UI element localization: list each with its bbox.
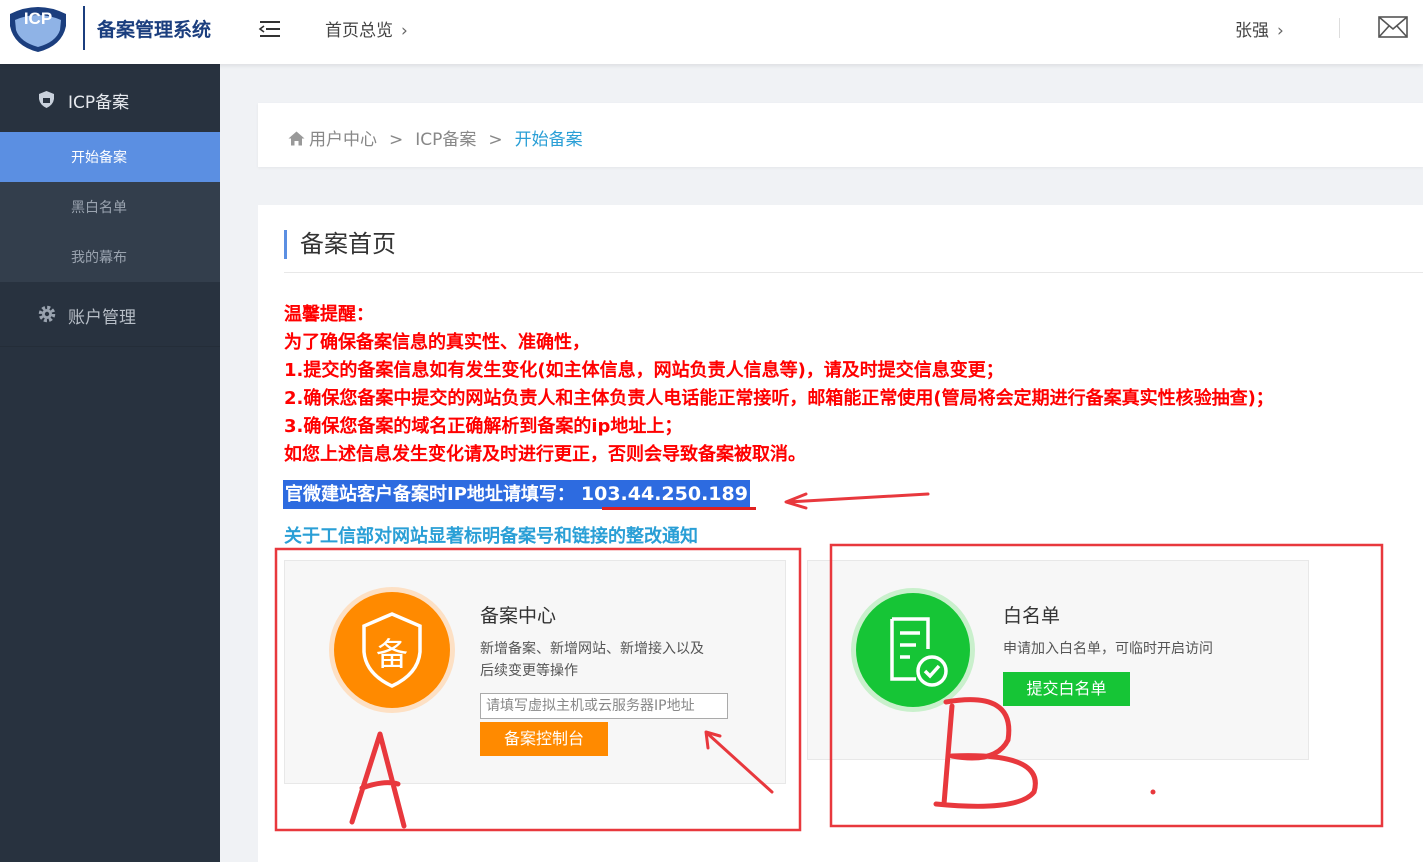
filing-center-card: 备 备案中心 新增备案、新增网站、新增接入以及 后续变更等操作 备案控制台 [284, 560, 786, 784]
icp-shield-logo-icon: ICP [10, 7, 66, 52]
sidebar-group-icp[interactable]: ICP备案 [0, 64, 220, 132]
ip-hint-label: 官微建站客户备案时IP地址请填写： [285, 484, 575, 505]
menu-toggle-icon[interactable] [258, 18, 282, 40]
sidebar-item-label: 我的幕布 [71, 250, 127, 266]
notice-block: 温馨提醒： 为了确保备案信息的真实性、准确性， 1.提交的备案信息如有发生变化(… [284, 301, 1274, 469]
user-menu[interactable]: 张强 › [1235, 16, 1284, 41]
description-line: 新增备案、新增网站、新增接入以及 [480, 641, 704, 657]
header-separator [1339, 18, 1340, 38]
notice-line: 为了确保备案信息的真实性、准确性， [284, 332, 590, 353]
rectification-notice-link[interactable]: 关于工信部对网站显著标明备案号和链接的整改通知 [284, 522, 698, 548]
breadcrumb-current: 开始备案 [514, 130, 583, 150]
whitelist-card: 白名单 申请加入白名单，可临时开启访问 提交白名单 [807, 560, 1309, 760]
sidebar-group-label: ICP备案 [68, 93, 130, 113]
filing-console-button[interactable]: 备案控制台 [480, 722, 608, 756]
title-divider [284, 272, 1423, 273]
notice-line: 2.确保您备案中提交的网站负责人和主体负责人电话能正常接听，邮箱能正常使用(管局… [284, 388, 1274, 409]
home-icon [288, 131, 305, 146]
submit-whitelist-button[interactable]: 提交白名单 [1003, 672, 1130, 706]
nav-overview-link[interactable]: 首页总览 › [325, 16, 408, 41]
ip-address-value: 103.44.250.189 [580, 483, 748, 505]
filing-icon-circle: 备 [334, 592, 450, 708]
breadcrumb-icp-link[interactable]: ICP备案 [415, 130, 476, 150]
filing-shield-icon: 备 [362, 612, 422, 688]
breadcrumb-separator: > [389, 130, 404, 150]
chevron-right-icon: › [401, 21, 408, 41]
logo-divider [83, 6, 85, 50]
nav-overview-label: 首页总览 [325, 21, 393, 41]
sidebar-item-blackwhite-list[interactable]: 黑白名单 [0, 182, 220, 232]
svg-text:ICP: ICP [24, 9, 52, 28]
filing-card-description: 新增备案、新增网站、新增接入以及 后续变更等操作 [480, 638, 704, 682]
whitelist-card-description: 申请加入白名单，可临时开启访问 [1003, 641, 1213, 657]
page-title: 备案首页 [284, 230, 396, 259]
shield-icon [39, 91, 54, 108]
filing-card-title: 备案中心 [480, 605, 557, 627]
notice-line: 1.提交的备案信息如有发生变化(如主体信息，网站负责人信息等)，请及时提交信息变… [284, 360, 1004, 381]
user-name-label: 张强 [1235, 21, 1269, 41]
notice-line: 温馨提醒： [284, 304, 374, 325]
sidebar: ICP备案 开始备案 黑白名单 我的幕布 账户管理 [0, 64, 220, 862]
breadcrumb-panel: 用户中心 > ICP备案 > 开始备案 [258, 103, 1423, 167]
breadcrumb-separator: > [488, 130, 503, 150]
ip-hint: 官微建站客户备案时IP地址请填写： 103.44.250.189 [283, 480, 750, 509]
whitelist-icon-circle [856, 593, 970, 707]
sidebar-submenu: 开始备案 黑白名单 我的幕布 [0, 132, 220, 282]
ip-underline-annotation [602, 507, 756, 510]
sidebar-group-label: 账户管理 [68, 308, 136, 328]
chevron-right-icon: › [1277, 21, 1284, 41]
mail-icon[interactable] [1378, 16, 1408, 38]
top-header: ICP 备案管理系统 首页总览 › 张强 › [0, 0, 1423, 64]
sidebar-item-label: 开始备案 [71, 150, 127, 166]
sidebar-item-my-curtain[interactable]: 我的幕布 [0, 232, 220, 282]
notice-line: 3.确保您备案的域名正确解析到备案的ip地址上； [284, 416, 683, 437]
document-check-icon [890, 617, 948, 687]
sidebar-group-account[interactable]: 账户管理 [0, 282, 220, 347]
whitelist-card-title: 白名单 [1003, 605, 1061, 627]
logo[interactable]: ICP 备案管理系统 [0, 0, 220, 64]
app-title: 备案管理系统 [97, 19, 212, 41]
svg-text:备: 备 [376, 635, 408, 673]
main-panel: 备案首页 温馨提醒： 为了确保备案信息的真实性、准确性， 1.提交的备案信息如有… [258, 205, 1423, 862]
gear-icon [38, 305, 56, 323]
server-ip-input[interactable] [480, 693, 728, 719]
sidebar-item-start-filing[interactable]: 开始备案 [0, 132, 220, 182]
breadcrumb: 用户中心 > ICP备案 > 开始备案 [288, 125, 583, 150]
notice-line: 如您上述信息发生变化请及时进行更正，否则会导致备案被取消。 [284, 444, 806, 465]
description-line: 后续变更等操作 [480, 663, 578, 679]
breadcrumb-home-link[interactable]: 用户中心 [309, 130, 377, 150]
sidebar-item-label: 黑白名单 [71, 200, 127, 216]
